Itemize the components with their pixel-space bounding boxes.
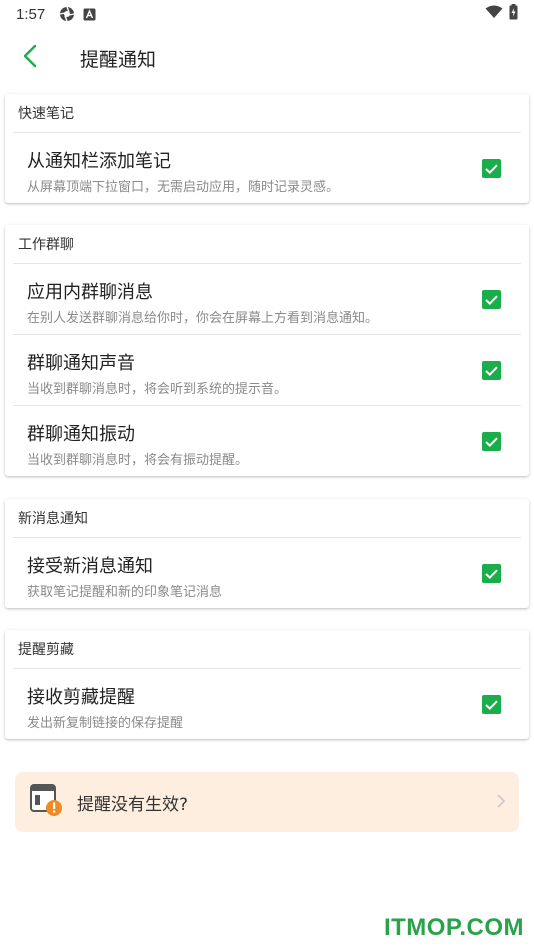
aperture-icon: [59, 6, 75, 22]
setting-title: 群聊通知声音: [27, 353, 135, 374]
checkmark-icon: [485, 295, 498, 305]
setting-row-group-sound[interactable]: 群聊通知声音 当收到群聊消息时，将会听到系统的提示音。: [13, 334, 521, 405]
checkbox-checked[interactable]: [482, 564, 501, 583]
setting-title: 群聊通知振动: [27, 424, 135, 445]
checkmark-icon: [485, 366, 498, 376]
setting-row-notification-bar-note[interactable]: 从通知栏添加笔记 从屏幕顶端下拉窗口，无需启动应用，随时记录灵感。: [13, 132, 521, 203]
setting-description: 发出新复制链接的保存提醒: [27, 716, 184, 731]
setting-title: 接受新消息通知: [27, 556, 153, 577]
wifi-icon: [485, 5, 503, 23]
setting-title: 应用内群聊消息: [27, 282, 153, 303]
status-time: 1:57: [16, 5, 46, 23]
setting-description: 从屏幕顶端下拉窗口，无需启动应用，随时记录灵感。: [27, 180, 340, 195]
setting-row-accept-new-message[interactable]: 接受新消息通知 获取笔记提醒和新的印象笔记消息: [13, 537, 521, 608]
checkbox-checked[interactable]: [482, 695, 501, 714]
section-title: 工作群聊: [18, 237, 74, 253]
reminder-help-banner[interactable]: 提醒没有生效?: [15, 772, 519, 832]
status-bar: 1:57: [0, 0, 534, 28]
phone-warning-icon: [29, 783, 63, 821]
app-bar: 提醒通知: [0, 28, 534, 88]
section-title: 新消息通知: [18, 511, 88, 527]
chevron-right-icon: [497, 793, 506, 812]
setting-description: 在别人发送群聊消息给你时，你会在屏幕上方看到消息通知。: [27, 311, 379, 326]
chevron-left-icon: [23, 44, 37, 72]
setting-row-in-app-group-message[interactable]: 应用内群聊消息 在别人发送群聊消息给你时，你会在屏幕上方看到消息通知。: [13, 263, 521, 334]
checkmark-icon: [485, 437, 498, 447]
section-title: 快速笔记: [18, 106, 74, 122]
section-clip-reminder: 提醒剪藏 接收剪藏提醒 发出新复制链接的保存提醒: [5, 630, 529, 739]
setting-title: 从通知栏添加笔记: [27, 151, 171, 172]
setting-title: 接收剪藏提醒: [27, 687, 135, 708]
status-right-icons: [485, 4, 518, 24]
section-title: 提醒剪藏: [18, 642, 74, 658]
setting-description: 当收到群聊消息时，将会听到系统的提示音。: [27, 382, 288, 397]
setting-row-clip-reminder[interactable]: 接收剪藏提醒 发出新复制链接的保存提醒: [13, 668, 521, 739]
checkmark-icon: [485, 164, 498, 174]
section-work-group-chat: 工作群聊 应用内群聊消息 在别人发送群聊消息给你时，你会在屏幕上方看到消息通知。…: [5, 225, 529, 476]
back-button[interactable]: [0, 28, 60, 88]
checkmark-icon: [485, 700, 498, 710]
watermark: ITMOP.COM: [383, 914, 524, 941]
battery-charging-icon: [509, 4, 518, 24]
help-text: 提醒没有生效?: [77, 794, 189, 815]
setting-description: 当收到群聊消息时，将会有振动提醒。: [27, 453, 249, 468]
setting-description: 获取笔记提醒和新的印象笔记消息: [27, 585, 223, 600]
setting-row-group-vibration[interactable]: 群聊通知振动 当收到群聊消息时，将会有振动提醒。: [13, 405, 521, 476]
checkbox-checked[interactable]: [482, 361, 501, 380]
checkbox-checked[interactable]: [482, 159, 501, 178]
section-quick-note: 快速笔记 从通知栏添加笔记 从屏幕顶端下拉窗口，无需启动应用，随时记录灵感。: [5, 94, 529, 203]
page-title: 提醒通知: [80, 48, 157, 71]
app-a-icon: [83, 8, 96, 21]
checkmark-icon: [485, 569, 498, 579]
checkbox-checked[interactable]: [482, 290, 501, 309]
section-new-message: 新消息通知 接受新消息通知 获取笔记提醒和新的印象笔记消息: [5, 499, 529, 608]
checkbox-checked[interactable]: [482, 432, 501, 451]
